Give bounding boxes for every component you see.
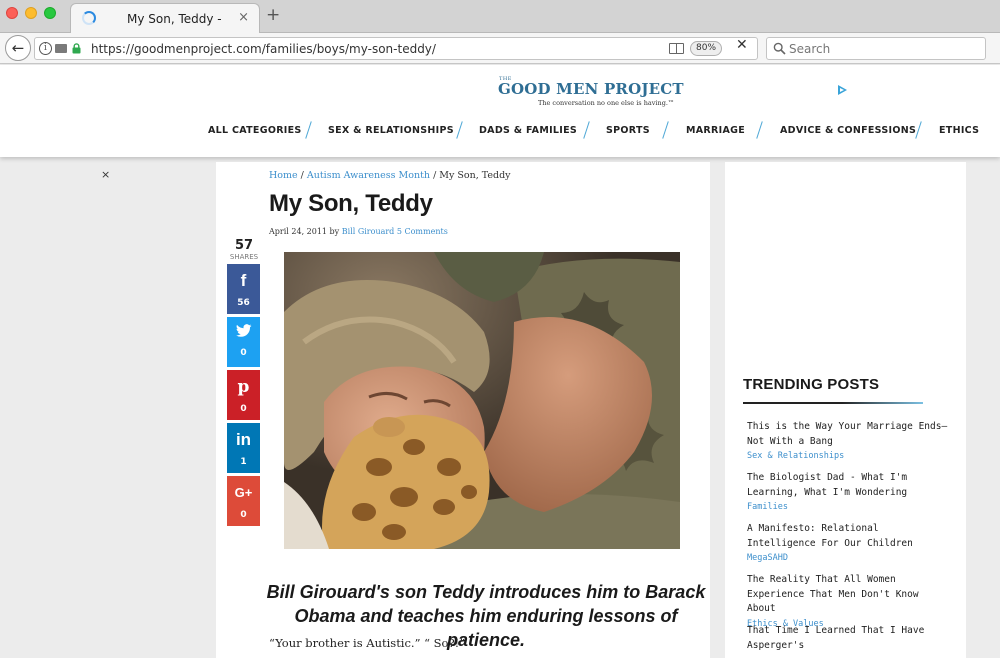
browser-tab[interactable]: My Son, Teddy - × (70, 3, 260, 34)
back-button[interactable]: ← (5, 35, 31, 61)
share-total: 57 (234, 238, 254, 253)
publish-date: April 24, 2011 (269, 227, 328, 236)
nav-all-categories[interactable]: ALL CATEGORIES (208, 125, 302, 136)
info-icon[interactable]: i (39, 42, 52, 55)
twitter-icon (227, 324, 260, 338)
breadcrumb: Home / Autism Awareness Month / My Son, … (269, 170, 511, 181)
nav-dads-families[interactable]: DADS & FAMILIES (479, 125, 577, 136)
ad-close-button[interactable]: × (101, 168, 110, 181)
facebook-share-button[interactable]: f 56 (227, 264, 260, 314)
trending-item-title[interactable]: This is the Way Your Marriage Ends—Not W… (747, 420, 952, 449)
linkedin-icon: in (235, 430, 252, 449)
article-body-first-line: “Your brother is Autistic.” “ So?!” (269, 636, 466, 650)
loading-spinner-icon (82, 11, 96, 25)
facebook-icon: f (240, 271, 247, 290)
nav-divider (756, 121, 763, 139)
breadcrumb-current: My Son, Teddy (439, 170, 511, 181)
pinterest-share-button[interactable]: p 0 (227, 370, 260, 420)
googleplus-share-count: 0 (240, 510, 247, 520)
trending-heading: TRENDING POSTS (743, 376, 880, 393)
article-photo (284, 252, 680, 549)
nav-ethics[interactable]: ETHICS (939, 125, 979, 136)
logo-name: GOOD MEN PROJECT (498, 80, 684, 98)
trending-item-category[interactable]: MegaSAHD (747, 553, 952, 563)
comments-link[interactable]: 5 Comments (394, 227, 448, 236)
share-label: SHARES (229, 253, 259, 261)
minimize-window-button[interactable] (25, 7, 37, 19)
zoom-window-button[interactable] (44, 7, 56, 19)
trending-item-category[interactable]: Sex & Relationships (747, 451, 952, 461)
article-meta: April 24, 2011 by Bill Girouard 5 Commen… (269, 227, 448, 236)
facebook-share-count: 56 (237, 298, 250, 308)
lock-icon (72, 43, 81, 54)
trending-item-title[interactable]: That Time I Learned That I Have Asperger… (747, 624, 952, 653)
nav-divider (305, 121, 312, 139)
search-input[interactable]: Search (766, 37, 986, 60)
nav-sex-relationships[interactable]: SEX & RELATIONSHIPS (328, 125, 454, 136)
article: Home / Autism Awareness Month / My Son, … (216, 162, 710, 658)
googleplus-share-button[interactable]: G+ 0 (227, 476, 260, 526)
site-header: THE GOOD MEN PROJECT The conversation no… (0, 65, 1000, 157)
trending-item[interactable]: That Time I Learned That I Have Asperger… (747, 624, 952, 653)
trending-item[interactable]: The Reality That All Women Experience Th… (747, 573, 952, 629)
trending-item[interactable]: This is the Way Your Marriage Ends—Not W… (747, 420, 952, 461)
nav-divider (915, 121, 922, 139)
navigation-toolbar: ← i https://goodmenproject.com/families/… (0, 33, 1000, 64)
author-link[interactable]: Bill Girouard (342, 227, 395, 236)
pinterest-icon: p (237, 377, 250, 397)
trending-item[interactable]: The Biologist Dad - What I'm Learning, W… (747, 471, 952, 512)
nav-sports[interactable]: SPORTS (606, 125, 650, 136)
nav-divider (456, 121, 463, 139)
browser-tab-bar: My Son, Teddy - × + (0, 0, 1000, 34)
close-window-button[interactable] (6, 7, 18, 19)
tab-title: My Son, Teddy - (127, 12, 222, 26)
reader-view-icon[interactable] (669, 43, 684, 54)
nav-divider (583, 121, 590, 139)
stop-loading-button[interactable]: ✕ (736, 37, 748, 53)
googleplus-icon: G+ (234, 485, 253, 500)
logo-tagline: The conversation no one else is having.™ (538, 99, 675, 107)
trending-underline (743, 402, 923, 404)
zoom-indicator[interactable]: 80% (690, 41, 723, 56)
nav-advice-confessions[interactable]: ADVICE & CONFESSIONS (780, 125, 916, 136)
trending-item-title[interactable]: The Biologist Dad - What I'm Learning, W… (747, 471, 952, 500)
new-tab-button[interactable]: + (266, 5, 280, 25)
nav-divider (662, 121, 669, 139)
linkedin-share-button[interactable]: in 1 (227, 423, 260, 473)
breadcrumb-separator: / (297, 170, 307, 181)
trending-item-category[interactable]: Families (747, 502, 952, 512)
site-logo[interactable]: THE GOOD MEN PROJECT The conversation no… (498, 74, 688, 110)
breadcrumb-home[interactable]: Home (269, 170, 298, 181)
address-bar[interactable]: i https://goodmenproject.com/families/bo… (34, 37, 758, 60)
trending-item[interactable]: A Manifesto: Relational Intelligence For… (747, 522, 952, 563)
nav-marriage[interactable]: MARRIAGE (686, 125, 745, 136)
breadcrumb-separator: / (430, 170, 440, 181)
linkedin-share-count: 1 (240, 457, 247, 467)
adchoices-icon[interactable] (838, 85, 847, 95)
trending-item-title[interactable]: A Manifesto: Relational Intelligence For… (747, 522, 952, 551)
tab-close-icon[interactable]: × (238, 10, 249, 25)
page-title: My Son, Teddy (269, 190, 433, 217)
twitter-share-button[interactable]: 0 (227, 317, 260, 367)
pinterest-share-count: 0 (240, 404, 247, 414)
trending-item-title[interactable]: The Reality That All Women Experience Th… (747, 573, 952, 617)
byline-by: by (327, 227, 342, 236)
permissions-icon[interactable] (55, 44, 67, 53)
search-placeholder: Search (789, 42, 831, 56)
search-icon (773, 42, 786, 55)
url-text[interactable]: https://goodmenproject.com/families/boys… (91, 42, 436, 56)
sidebar: TRENDING POSTS This is the Way Your Marr… (725, 162, 966, 658)
breadcrumb-section[interactable]: Autism Awareness Month (307, 170, 430, 181)
twitter-share-count: 0 (240, 348, 247, 358)
